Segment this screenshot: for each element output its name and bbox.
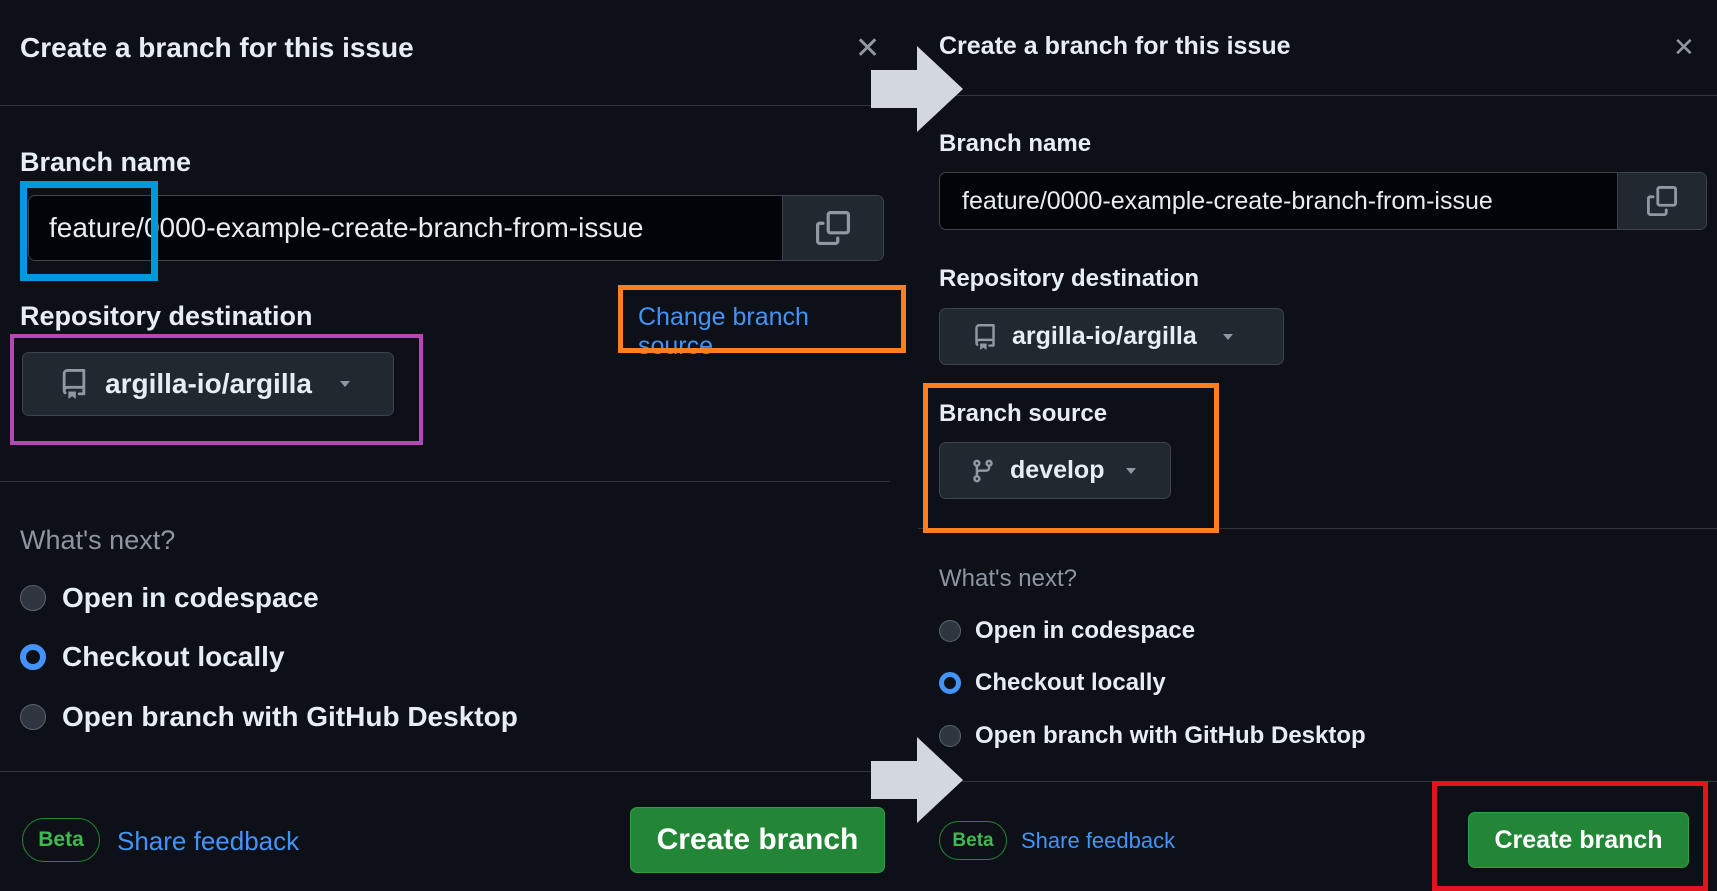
branch-name-label: Branch name: [939, 130, 1092, 157]
option-label: Open in codespace: [975, 617, 1196, 644]
create-branch-button[interactable]: Create branch: [1468, 812, 1689, 868]
repo-select-button[interactable]: argilla-io/argilla: [22, 352, 394, 416]
footer-divider: [918, 781, 1717, 782]
copy-button[interactable]: [782, 196, 883, 260]
header-divider: [918, 95, 1717, 96]
repo-select-value: argilla-io/argilla: [1012, 322, 1197, 350]
repo-select-button[interactable]: argilla-io/argilla: [939, 308, 1284, 365]
branch-name-label: Branch name: [20, 147, 192, 177]
copy-icon: [1647, 186, 1677, 216]
option-label: Open branch with GitHub Desktop: [975, 722, 1366, 749]
share-feedback-link[interactable]: Share feedback: [117, 826, 299, 857]
option-label: Checkout locally: [975, 669, 1166, 696]
whats-next-label: What's next?: [939, 565, 1077, 592]
arrow-right-icon: [871, 46, 963, 132]
footer-divider: [0, 771, 890, 772]
option-open-codespace[interactable]: Open in codespace: [20, 582, 319, 614]
close-icon[interactable]: ✕: [1673, 34, 1695, 60]
option-checkout-locally[interactable]: Checkout locally: [20, 641, 285, 673]
radio-button[interactable]: [939, 620, 961, 642]
radio-button[interactable]: [20, 585, 46, 611]
copy-icon: [816, 211, 850, 245]
branch-name-input[interactable]: [940, 173, 1617, 229]
dialog-title: Create a branch for this issue: [939, 32, 1291, 60]
section-divider: [0, 481, 890, 482]
option-open-codespace[interactable]: Open in codespace: [939, 617, 1195, 645]
repo-destination-label: Repository destination: [20, 301, 313, 331]
repo-icon: [62, 369, 86, 399]
radio-button-checked[interactable]: [939, 672, 961, 694]
repo-icon: [975, 323, 995, 350]
copy-button[interactable]: [1617, 173, 1706, 229]
branch-source-label: Branch source: [939, 400, 1108, 427]
repo-destination-label: Repository destination: [939, 265, 1200, 292]
branch-name-field: [939, 172, 1707, 230]
git-branch-icon: [973, 459, 993, 482]
option-github-desktop[interactable]: Open branch with GitHub Desktop: [939, 722, 1366, 750]
dialog-title: Create a branch for this issue: [20, 32, 414, 63]
create-branch-button[interactable]: Create branch: [630, 807, 885, 873]
option-label: Checkout locally: [62, 641, 285, 672]
branch-source-value: develop: [1010, 456, 1105, 484]
option-github-desktop[interactable]: Open branch with GitHub Desktop: [20, 701, 518, 733]
branch-name-field: [28, 195, 884, 261]
caret-down-icon: [339, 381, 350, 387]
radio-button-checked[interactable]: [20, 644, 46, 670]
arrow-right-icon: [871, 737, 963, 823]
option-label: Open branch with GitHub Desktop: [62, 701, 518, 732]
change-branch-source-link[interactable]: Change branch source: [638, 303, 890, 361]
section-divider: [918, 528, 1717, 529]
caret-down-icon: [1222, 333, 1233, 340]
option-checkout-locally[interactable]: Checkout locally: [939, 669, 1166, 697]
branch-source-select-button[interactable]: develop: [939, 442, 1171, 499]
radio-button[interactable]: [20, 704, 46, 730]
dialog-before: Create a branch for this issue ✕ Branch …: [0, 0, 890, 891]
beta-badge: Beta: [22, 818, 100, 862]
branch-name-input[interactable]: [29, 196, 782, 260]
dialog-after: Create a branch for this issue ✕ Branch …: [918, 0, 1717, 891]
whats-next-label: What's next?: [20, 525, 176, 555]
beta-badge: Beta: [939, 821, 1007, 860]
repo-select-value: argilla-io/argilla: [105, 368, 312, 399]
header-divider: [0, 105, 890, 106]
share-feedback-link[interactable]: Share feedback: [1021, 828, 1175, 854]
caret-down-icon: [1126, 467, 1137, 474]
option-label: Open in codespace: [62, 582, 319, 613]
